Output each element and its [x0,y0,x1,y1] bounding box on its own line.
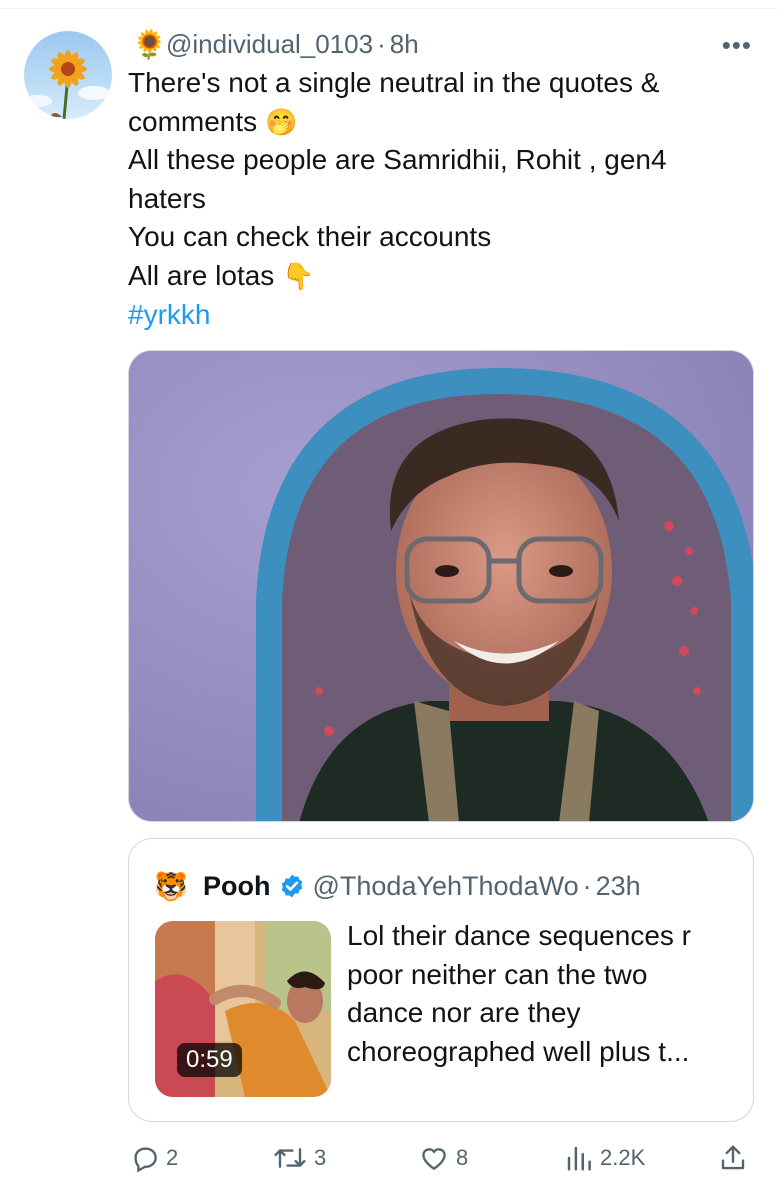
tweet-line: haters [128,182,206,214]
like-button[interactable]: 8 [418,1136,468,1180]
tweet-line: There's not a single neutral in the quot… [128,67,660,98]
tweet-text: There's not a single neutral in the quot… [128,64,748,334]
video-duration-badge: 0:59 [177,1043,242,1077]
tweet-header: 🌻 @individual_0103 · 8h [132,26,419,62]
quoted-video-thumbnail[interactable]: 0:59 [155,921,331,1097]
pointing-down-emoji-icon: 👇 [282,260,315,291]
like-count: 8 [456,1145,469,1170]
quoted-tweet-text: Lol their dance sequences r poor neither… [347,917,737,1071]
quoted-text-line: Lol their dance sequences r [347,920,691,951]
quoted-text-line: poor neither can the two [347,958,648,990]
reply-count: 2 [166,1145,179,1170]
tweet-action-bar: 2 3 8 2.2K [0,1136,778,1180]
views-button[interactable]: 2.2K [564,1136,645,1180]
views-icon [567,1146,591,1171]
quoted-tweet-time[interactable]: 23h [596,871,641,902]
quoted-author-name[interactable]: Pooh [203,871,271,902]
tweet-line: All are lotas 👇 [128,257,748,296]
tweet-line: You can check their accounts [128,221,492,253]
reply-button[interactable]: 2 [130,1136,178,1180]
quoted-author-avatar[interactable]: 🐯 [151,866,191,906]
tweet-media-image[interactable] [128,350,754,822]
hand-over-mouth-emoji-icon: 🤭 [264,106,298,137]
retweet-count: 3 [314,1145,327,1170]
author-handle[interactable]: @individual_0103 [166,29,373,60]
retweet-icon [274,1148,306,1168]
share-icon [721,1145,745,1170]
quoted-text-line: choreographed well plus t... [347,1035,690,1067]
more-icon[interactable]: ••• [722,30,752,61]
tweet-time[interactable]: 8h [390,29,419,60]
reply-icon [134,1147,157,1173]
tweet-line-text: All are lotas [128,259,275,291]
header-separator: · [377,28,386,59]
author-avatar[interactable] [24,31,112,119]
like-icon [422,1148,446,1171]
retweet-button[interactable]: 3 [272,1136,326,1180]
hashtag-link[interactable]: #yrkkh [128,296,748,335]
author-flower-emoji: 🌻 [132,28,167,60]
views-count: 2.2K [600,1145,646,1170]
tweet-line: comments 🤭 [128,103,748,142]
quoted-author-handle[interactable]: @ThodaYehThodaWo [313,871,579,902]
quoted-text-line: dance nor are they [347,997,581,1029]
tweet-line-text: comments [128,105,258,137]
verified-badge-icon [281,874,302,898]
tweet-line: All these people are Samridhii, Rohit , … [128,144,667,176]
quoted-tweet-header: 🐯 Pooh @ThodaYehThodaWo · 23h [151,866,641,906]
share-button[interactable] [718,1136,754,1180]
quoted-tweet-card[interactable]: 🐯 Pooh @ThodaYehThodaWo · 23h 0:59 Lol t… [128,838,754,1122]
quoted-header-separator: · [582,870,592,901]
top-divider [0,8,778,9]
